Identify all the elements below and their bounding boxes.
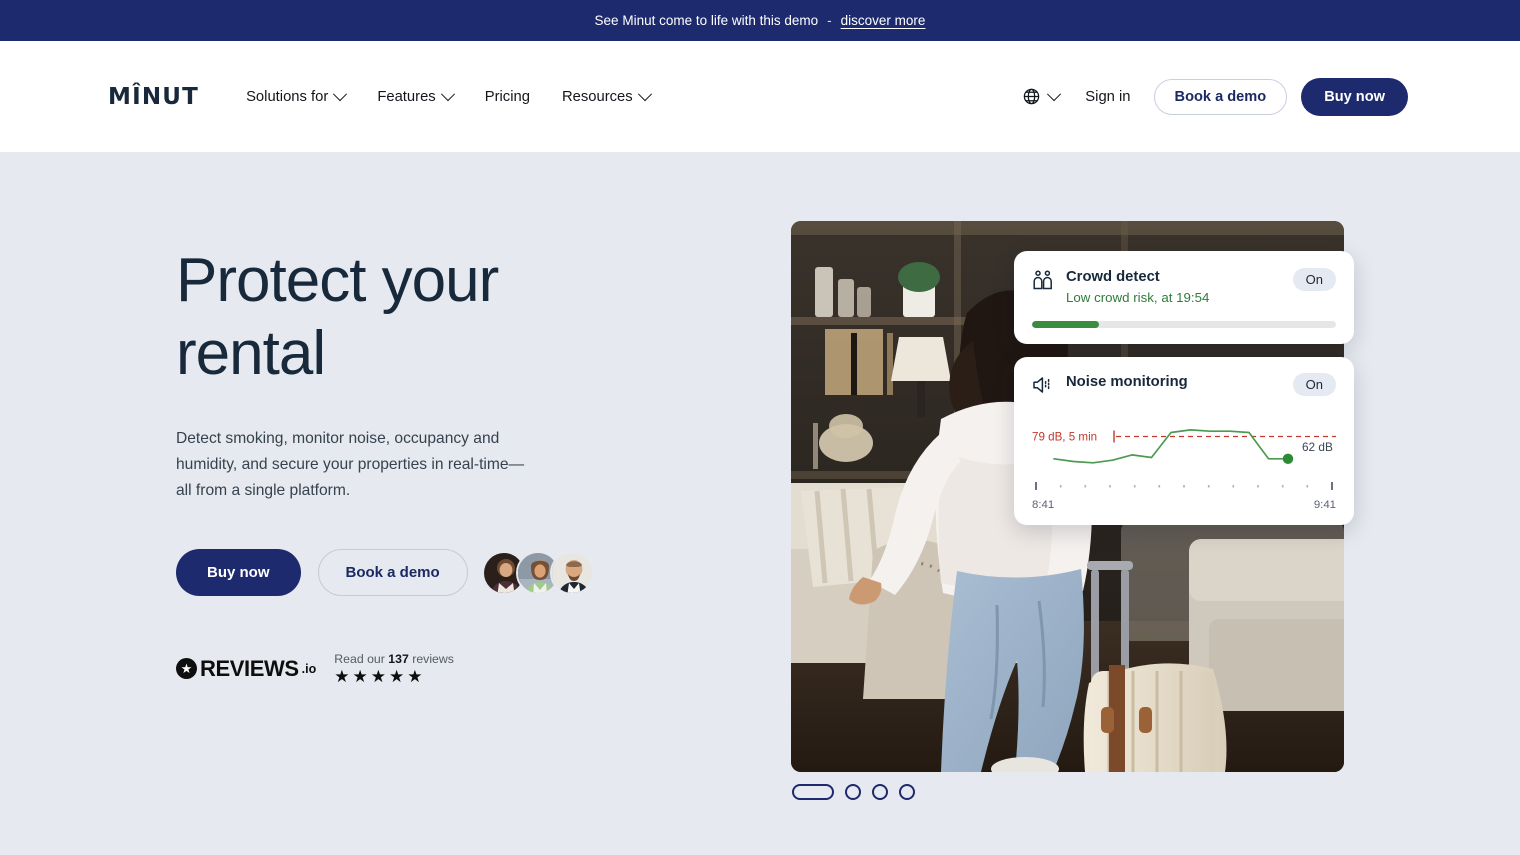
crowd-card-title: Crowd detect [1066, 269, 1160, 285]
announcement-text: See Minut come to life with this demo [594, 13, 819, 28]
reviews-count-line: Read our 137 reviews [334, 652, 454, 666]
logo-text: MÎNUT [108, 83, 200, 110]
crowd-people-icon [1032, 268, 1054, 290]
avatar [549, 550, 594, 595]
crowd-status-badge[interactable]: On [1292, 268, 1336, 291]
crowd-progress-fill [1032, 321, 1099, 329]
carousel-dot-4[interactable] [899, 784, 915, 800]
noise-monitoring-card[interactable]: Noise monitoring On 79 dB, 5 min 62 dB 8… [1014, 357, 1354, 525]
nav-item-resources[interactable]: Resources [561, 86, 652, 105]
reviews-read-our: Read our [334, 652, 385, 667]
hero-subtitle: Detect smoking, monitor noise, occupancy… [176, 430, 525, 500]
chevron-down-icon [1047, 86, 1062, 101]
carousel-dot-3[interactable] [872, 784, 888, 800]
chevron-down-icon [637, 86, 652, 101]
avatar-group [481, 550, 594, 595]
reviews-io-logo[interactable]: ★ REVIEWS .io [176, 656, 316, 682]
noise-card-title: Noise monitoring [1066, 374, 1188, 390]
sign-in-link[interactable]: Sign in [1085, 89, 1130, 105]
noise-end-time: 9:41 [1313, 499, 1336, 511]
nav-item-features[interactable]: Features [377, 86, 455, 105]
crowd-detect-card[interactable]: Crowd detect Low crowd risk, at 19:54 On [1014, 251, 1354, 345]
noise-axis-ticks [1035, 482, 1333, 490]
hero-section: Protect your rental Detect smoking, moni… [0, 152, 1520, 855]
noise-last-point-marker [1282, 453, 1294, 465]
nav-item-pricing[interactable]: Pricing [485, 89, 530, 105]
nav-label: Solutions for [246, 88, 329, 105]
noise-threshold-label: 79 dB, 5 min [1032, 430, 1097, 443]
announcement-link[interactable]: discover more [841, 13, 926, 28]
noise-line-chart: 79 dB, 5 min 62 dB [1032, 402, 1336, 498]
reviews-word: reviews [412, 652, 454, 667]
announcement-banner: See Minut come to life with this demo - … [0, 0, 1520, 41]
star-rating-icon: ★★★★★ [334, 667, 426, 687]
hero-book-demo-button[interactable]: Book a demo [317, 549, 468, 597]
reviews-brand-suffix: .io [301, 661, 317, 676]
reviews-brand: REVIEWS [200, 655, 299, 681]
avatar-image-3 [551, 552, 592, 593]
carousel-dot-2[interactable] [845, 784, 861, 800]
nav-label: Pricing [484, 88, 530, 105]
noise-chart-svg: 79 dB, 5 min 62 dB [1032, 429, 1336, 490]
logo-minut[interactable]: MÎNUT [108, 84, 199, 110]
language-selector[interactable] [1022, 86, 1062, 106]
noise-status-badge[interactable]: On [1292, 373, 1336, 396]
chevron-down-icon [440, 86, 455, 101]
chevron-down-icon [333, 86, 348, 101]
carousel-pagination [792, 784, 915, 800]
noise-last-point-label: 62 dB [1302, 440, 1333, 454]
globe-icon [1024, 88, 1040, 105]
reviews-widget: ★ REVIEWS .io Read our 137 reviews ★★★★★ [176, 652, 791, 685]
main-navigation: Solutions for Features Pricing Resources [246, 86, 652, 105]
hero-cta-group: Buy now Book a demo [176, 549, 791, 597]
noise-start-time: 8:41 [1032, 499, 1055, 511]
announcement-separator: - [827, 13, 832, 28]
header-actions: Sign in Book a demo Buy now [1022, 77, 1408, 116]
reviews-summary: Read our 137 reviews ★★★★★ [334, 652, 454, 685]
header-book-demo-button[interactable]: Book a demo [1153, 78, 1288, 115]
nav-item-solutions-for[interactable]: Solutions for [246, 86, 348, 105]
hero-buy-now-button[interactable]: Buy now [176, 549, 301, 597]
crowd-progress-bar [1032, 321, 1336, 329]
reviews-count: 137 [388, 652, 409, 667]
nav-label: Features [377, 88, 436, 105]
speaker-volume-icon [1032, 373, 1054, 395]
crowd-card-subtitle: Low crowd risk, at 19:54 [1066, 290, 1210, 306]
nav-label: Resources [561, 88, 633, 105]
page-title: Protect your rental [176, 246, 499, 389]
header-buy-now-button[interactable]: Buy now [1301, 77, 1408, 116]
noise-axis-times: 8:41 9:41 [1032, 499, 1336, 511]
hero-content: Protect your rental Detect smoking, moni… [176, 152, 791, 855]
hero-media: Crowd detect Low crowd risk, at 19:54 On [791, 221, 1354, 855]
site-header: MÎNUT Solutions for Features Pricing Res… [0, 41, 1520, 152]
star-badge-icon: ★ [176, 658, 197, 680]
carousel-dot-1[interactable] [792, 784, 834, 800]
